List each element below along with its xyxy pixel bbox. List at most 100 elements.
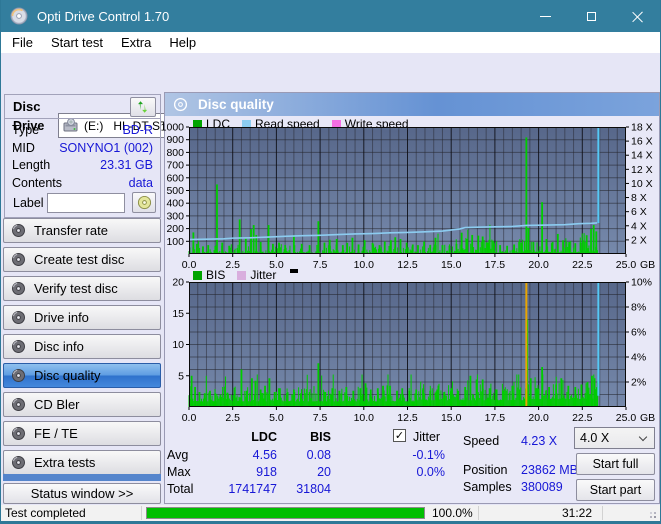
disc-panel-title: Disc bbox=[13, 99, 40, 114]
x-axis-tick-label: 17.5 bbox=[485, 259, 506, 271]
elapsed-time: 31:22 bbox=[562, 506, 592, 520]
menu-file[interactable]: File bbox=[3, 34, 42, 51]
minimize-button[interactable] bbox=[522, 0, 568, 32]
sidebar-item-cd-bler[interactable]: CD Bler bbox=[3, 392, 161, 417]
position-stat-label: Position bbox=[463, 463, 507, 477]
progress-percent: 100.0% bbox=[432, 506, 473, 520]
x-axis-tick-label: 12.5 bbox=[397, 412, 418, 424]
test-speed-select[interactable]: 4.0 X bbox=[574, 427, 655, 449]
legend-swatch-icon bbox=[193, 271, 202, 280]
y-left-tick-label: 5 bbox=[178, 370, 184, 382]
sidebar-item-extra-tests[interactable]: Extra tests bbox=[3, 450, 161, 475]
samples-stat-label: Samples bbox=[463, 480, 512, 494]
disc-quality-panel: Disc quality LDCRead speedWrite speed 10… bbox=[164, 92, 660, 504]
stat-avg-jitter: -0.1% bbox=[375, 448, 445, 462]
y-right-tick-label: 6% bbox=[631, 327, 646, 339]
disc-row-value: SONYNO1 (002) bbox=[59, 140, 153, 158]
legend-item-bis: BIS bbox=[193, 268, 225, 282]
stats-row-label: Max bbox=[167, 465, 191, 479]
resize-grip[interactable] bbox=[654, 516, 656, 518]
sidebar-item-create-test-disc[interactable]: Create test disc bbox=[3, 247, 161, 272]
y-left-tick-label: 1000 bbox=[161, 122, 185, 134]
y-right-tick-label: 8 X bbox=[631, 192, 647, 204]
close-button[interactable] bbox=[614, 0, 660, 32]
disc-row-type: TypeBD-R bbox=[5, 122, 160, 140]
maximize-icon bbox=[587, 12, 596, 21]
samples-stat-value: 380089 bbox=[521, 480, 563, 494]
y-left-tick-label: 20 bbox=[172, 277, 184, 289]
sidebar-item-drive-info[interactable]: Drive info bbox=[3, 305, 161, 330]
y-right-tick-label: 16 X bbox=[631, 136, 653, 148]
disc-label-text: Label bbox=[13, 196, 44, 210]
legend-swatch-icon bbox=[237, 271, 246, 280]
legend-label: Jitter bbox=[250, 268, 276, 282]
cd-icon bbox=[137, 195, 152, 210]
window-controls bbox=[522, 0, 660, 32]
menu-bar: FileStart testExtraHelp bbox=[1, 32, 660, 53]
start-full-button[interactable]: Start full bbox=[576, 453, 655, 475]
status-window-button[interactable]: Status window >> bbox=[3, 483, 161, 504]
position-stat-value: 23862 MB bbox=[521, 463, 578, 477]
sidebar-item-label: CD Bler bbox=[34, 397, 80, 412]
x-axis-tick-label: 7.5 bbox=[313, 412, 328, 424]
y-left-tick-label: 700 bbox=[166, 160, 184, 172]
disc-info-panel: Disc TypeBD-RMIDSONYNO1 (002)Length23.31… bbox=[4, 94, 161, 218]
disc-refresh-button[interactable] bbox=[130, 97, 156, 117]
y-left-tick-label: 800 bbox=[166, 147, 184, 159]
x-axis-tick-label: 0.0 bbox=[182, 412, 197, 424]
disc-label-row: Label bbox=[5, 192, 160, 214]
status-bar: Test completed 100.0% 31:22 bbox=[1, 505, 660, 521]
chevron-down-icon bbox=[639, 432, 647, 440]
legend-marker-icon bbox=[290, 269, 298, 273]
sidebar-item-label: Verify test disc bbox=[34, 281, 118, 296]
menu-help[interactable]: Help bbox=[160, 34, 205, 51]
y-right-tick-label: 2 X bbox=[631, 234, 647, 246]
disc-row-contents: Contentsdata bbox=[5, 175, 160, 193]
sidebar-item-label: Extra tests bbox=[34, 455, 95, 470]
sidebar-item-transfer-rate[interactable]: Transfer rate bbox=[3, 218, 161, 243]
test-speed-value: 4.0 X bbox=[580, 431, 636, 445]
sidebar-item-fe-te[interactable]: FE / TE bbox=[3, 421, 161, 446]
x-axis-tick-label: 15.0 bbox=[441, 412, 462, 424]
y-right-tick-label: 2% bbox=[631, 377, 646, 389]
title-bar: Opti Drive Control 1.70 bbox=[1, 0, 660, 32]
start-part-button[interactable]: Start part bbox=[576, 479, 655, 501]
y-right-tick-label: 14 X bbox=[631, 150, 653, 162]
ldc-chart: 10020030040050060070080090010002 X4 X6 X… bbox=[189, 127, 626, 254]
x-axis-unit-label: GB bbox=[640, 412, 655, 424]
y-right-tick-label: 12 X bbox=[631, 164, 653, 176]
maximize-button[interactable] bbox=[568, 0, 614, 32]
x-axis-unit-label: GB bbox=[640, 259, 655, 271]
cd-icon bbox=[11, 397, 26, 412]
y-right-tick-label: 18 X bbox=[631, 122, 653, 134]
y-left-tick-label: 300 bbox=[166, 210, 184, 222]
cd-icon bbox=[11, 281, 26, 296]
y-left-tick-label: 900 bbox=[166, 134, 184, 146]
sidebar-item-disc-info[interactable]: Disc info bbox=[3, 334, 161, 359]
disc-row-label: Contents bbox=[12, 175, 62, 193]
menu-extra[interactable]: Extra bbox=[112, 34, 160, 51]
sidebar-item-disc-quality[interactable]: Disc quality bbox=[3, 363, 161, 388]
menu-start-test[interactable]: Start test bbox=[42, 34, 112, 51]
x-axis-tick-label: 22.5 bbox=[572, 412, 593, 424]
disc-quality-icon bbox=[173, 97, 188, 112]
disc-row-length: Length23.31 GB bbox=[5, 157, 160, 175]
x-axis-tick-label: 10.0 bbox=[354, 412, 375, 424]
cd-icon bbox=[11, 252, 26, 267]
speed-stat-label: Speed bbox=[463, 434, 499, 448]
refresh-arrows-icon bbox=[136, 100, 150, 114]
disc-row-label: Length bbox=[12, 157, 50, 175]
y-right-tick-label: 8% bbox=[631, 302, 646, 314]
y-right-tick-label: 4 X bbox=[631, 220, 647, 232]
x-axis-tick-label: 12.5 bbox=[397, 259, 418, 271]
bis-chart: 51015202%4%6%8%10%0.02.55.07.510.012.515… bbox=[189, 282, 626, 407]
cd-icon bbox=[11, 368, 26, 383]
x-axis-tick-label: 5.0 bbox=[269, 412, 284, 424]
disc-label-apply-button[interactable] bbox=[132, 192, 156, 213]
disc-label-input[interactable] bbox=[47, 193, 125, 213]
speed-stat-value: 4.23 X bbox=[521, 434, 557, 448]
y-right-tick-label: 4% bbox=[631, 352, 646, 364]
jitter-checkbox[interactable]: ✓ bbox=[393, 429, 406, 442]
app-disc-icon bbox=[10, 7, 28, 25]
sidebar-item-verify-test-disc[interactable]: Verify test disc bbox=[3, 276, 161, 301]
